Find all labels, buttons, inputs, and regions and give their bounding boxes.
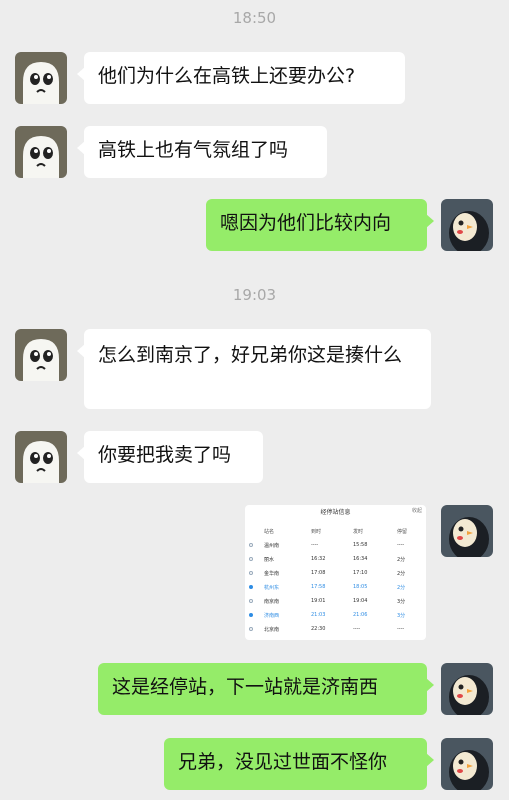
stop-row: 南京南 19:01 19:04 3分 bbox=[245, 595, 426, 608]
stop-station: 南京南 bbox=[264, 599, 280, 605]
stop-info-image[interactable]: 经停站信息 收起 站名 到时 发时 停留 温州南 ---- 15:58 ---- 丽水… bbox=[245, 505, 426, 640]
header-depart: 发时 bbox=[353, 529, 364, 535]
ghost-avatar-icon bbox=[15, 52, 67, 104]
self-avatar[interactable] bbox=[441, 199, 493, 251]
stop-stay: 3分 bbox=[397, 599, 406, 605]
stop-station: 金华南 bbox=[264, 571, 280, 577]
stop-depart: 15:58 bbox=[353, 542, 368, 548]
stop-arrive: 21:03 bbox=[311, 612, 326, 618]
friend-avatar[interactable] bbox=[15, 126, 67, 178]
friend-avatar[interactable] bbox=[15, 329, 67, 381]
stop-depart: 17:10 bbox=[353, 570, 368, 576]
stop-dot bbox=[249, 585, 253, 589]
stop-stay: 3分 bbox=[397, 613, 406, 619]
penguin-avatar-icon bbox=[441, 199, 493, 251]
stop-stay: 2分 bbox=[397, 571, 406, 577]
message-bubble[interactable]: 他们为什么在高铁上还要办公? bbox=[77, 52, 405, 104]
self-avatar[interactable] bbox=[441, 663, 493, 715]
self-avatar[interactable] bbox=[441, 738, 493, 790]
stop-stay: ---- bbox=[397, 626, 405, 632]
stop-depart: 16:34 bbox=[353, 556, 368, 562]
stop-station: 济南西 bbox=[264, 613, 280, 619]
message-bubble[interactable]: 兄弟，没见过世面不怪你 bbox=[164, 738, 434, 790]
stop-depart: ---- bbox=[353, 626, 361, 632]
stop-station: 丽水 bbox=[264, 557, 275, 563]
stop-dot bbox=[249, 543, 253, 547]
stop-arrive: 22:30 bbox=[311, 626, 326, 632]
stop-arrive: 17:58 bbox=[311, 584, 326, 590]
self-avatar[interactable] bbox=[441, 505, 493, 557]
message-bubble[interactable]: 你要把我卖了吗 bbox=[77, 431, 263, 483]
header-station: 站名 bbox=[264, 529, 275, 535]
friend-avatar[interactable] bbox=[15, 431, 67, 483]
stop-station: 温州南 bbox=[264, 543, 280, 549]
stop-dot bbox=[249, 571, 253, 575]
stop-station: 北京南 bbox=[264, 627, 280, 633]
penguin-avatar-icon bbox=[441, 738, 493, 790]
stop-arrive: 19:01 bbox=[311, 598, 326, 604]
stop-row-highlighted: 杭州东 17:58 18:05 2分 bbox=[245, 581, 426, 594]
ghost-avatar-icon bbox=[15, 126, 67, 178]
ghost-avatar-icon bbox=[15, 431, 67, 483]
stop-depart: 18:05 bbox=[353, 584, 368, 590]
stop-arrive: 17:08 bbox=[311, 570, 326, 576]
stop-dot bbox=[249, 613, 253, 617]
message-bubble[interactable]: 嗯因为他们比较内向 bbox=[206, 199, 434, 251]
stop-row: 金华南 17:08 17:10 2分 bbox=[245, 567, 426, 580]
stop-info-title: 经停站信息 bbox=[320, 509, 351, 516]
stop-row: 温州南 ---- 15:58 ---- bbox=[245, 539, 426, 552]
stop-station: 杭州东 bbox=[264, 585, 280, 591]
friend-avatar[interactable] bbox=[15, 52, 67, 104]
timestamp: 18:50 bbox=[232, 9, 277, 27]
header-arrive: 到时 bbox=[311, 529, 322, 535]
stop-depart: 19:04 bbox=[353, 598, 368, 604]
stop-arrive: ---- bbox=[311, 542, 319, 548]
ghost-avatar-icon bbox=[15, 329, 67, 381]
stop-row: 北京南 22:30 ---- ---- bbox=[245, 623, 426, 636]
message-bubble[interactable]: 这是经停站，下一站就是济南西 bbox=[98, 663, 434, 715]
timestamp: 19:03 bbox=[232, 286, 277, 304]
collapse-link: 收起 bbox=[411, 508, 422, 514]
header-stay: 停留 bbox=[397, 529, 408, 535]
stop-stay: ---- bbox=[397, 542, 405, 548]
message-bubble[interactable]: 怎么到南京了，好兄弟你这是揍什么 bbox=[77, 329, 431, 409]
message-bubble[interactable]: 高铁上也有气氛组了吗 bbox=[77, 126, 327, 178]
stop-row-highlighted: 济南西 21:03 21:06 3分 bbox=[245, 609, 426, 622]
stop-dot bbox=[249, 627, 253, 631]
stop-arrive: 16:32 bbox=[311, 556, 326, 562]
stop-dot bbox=[249, 557, 253, 561]
stop-stay: 2分 bbox=[397, 557, 406, 563]
penguin-avatar-icon bbox=[441, 663, 493, 715]
stop-dot bbox=[249, 599, 253, 603]
stop-stay: 2分 bbox=[397, 585, 406, 591]
stop-depart: 21:06 bbox=[353, 612, 368, 618]
penguin-avatar-icon bbox=[441, 505, 493, 557]
stop-info-header: 站名 到时 发时 停留 bbox=[245, 525, 426, 538]
stop-row: 丽水 16:32 16:34 2分 bbox=[245, 553, 426, 566]
